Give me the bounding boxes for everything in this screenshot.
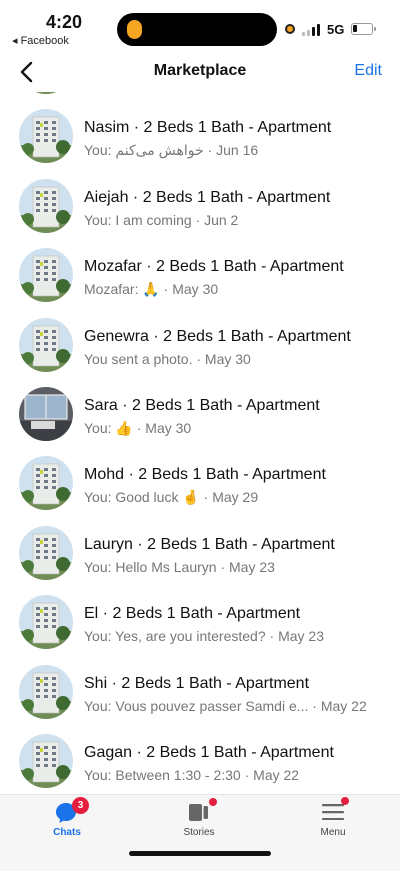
back-to-app-link[interactable]: ◂ Facebook — [12, 34, 69, 47]
tab-menu[interactable]: Menu — [283, 795, 383, 851]
tab-stories-label: Stories — [183, 827, 215, 838]
edit-button[interactable]: Edit — [354, 62, 382, 80]
listing-building-photo — [19, 456, 73, 511]
listing-building-photo — [19, 733, 73, 788]
tab-stories[interactable]: Stories — [149, 795, 249, 851]
conversation-preview: You: Good luck 🤞 · May 29 — [84, 489, 259, 506]
conversation-title: Aiejah · 2 Beds 1 Bath - Apartment — [84, 188, 331, 206]
listing-building-photo — [19, 109, 73, 164]
battery-icon — [351, 23, 376, 35]
signal-icon — [302, 24, 322, 36]
dynamic-island — [117, 13, 277, 46]
home-indicator — [129, 851, 271, 856]
conversation-title: Gagan · 2 Beds 1 Bath - Apartment — [84, 743, 334, 761]
conversation-title: Sara · 2 Beds 1 Bath - Apartment — [84, 396, 320, 414]
status-time: 4:20 — [46, 12, 83, 32]
listing-building-photo — [19, 317, 73, 372]
conversation-row[interactable]: El · 2 Beds 1 Bath - Apartment You: Yes, … — [0, 587, 400, 656]
conversation-preview: You: Yes, are you interested? · May 23 — [84, 628, 324, 645]
stories-notification-dot — [209, 798, 217, 806]
network-type: 5G — [327, 22, 345, 37]
conversation-title: Lauryn · 2 Beds 1 Bath - Apartment — [84, 535, 335, 553]
hamburger-menu-icon — [322, 804, 344, 820]
conversation-preview: You: Between 1:30 - 2:30 · May 22 — [84, 766, 300, 783]
conversation-row[interactable]: Aiejah · 2 Beds 1 Bath - Apartment You: I… — [0, 171, 400, 240]
conversation-preview: You: Vous pouvez passer Samdi e... · May… — [84, 697, 367, 714]
conversation-row[interactable]: You sent 6 photos. · Jun 17 — [0, 92, 400, 101]
conversation-preview: You: خواهش می‌کنم · Jun 16 — [84, 142, 259, 159]
conversation-title: Nasim · 2 Beds 1 Bath - Apartment — [84, 119, 332, 137]
stories-icon — [189, 804, 208, 821]
listing-building-photo — [19, 525, 73, 580]
conversation-row[interactable]: Nasim · 2 Beds 1 Bath - Apartment You: خو… — [0, 101, 400, 170]
microphone-icon — [127, 20, 142, 39]
listing-building-photo — [19, 595, 73, 650]
header: Marketplace Edit — [0, 52, 400, 92]
bottom-nav: 3 Chats Stories Menu — [0, 794, 400, 871]
conversation-row[interactable]: Mozafar · 2 Beds 1 Bath - Apartment Mozaf… — [0, 240, 400, 309]
conversation-row[interactable]: Gagan · 2 Beds 1 Bath - Apartment You: Be… — [0, 726, 400, 794]
conversation-preview: You: I am coming · Jun 2 — [84, 211, 239, 228]
chats-badge: 3 — [72, 797, 89, 814]
conversation-title: Mohd · 2 Beds 1 Bath - Apartment — [84, 466, 326, 484]
conversation-row[interactable]: Genewra · 2 Beds 1 Bath - Apartment You s… — [0, 310, 400, 379]
listing-building-photo — [19, 178, 73, 233]
page-title: Marketplace — [153, 62, 247, 79]
conversation-list[interactable]: You sent 6 photos. · Jun 17Nasim · 2 Bed… — [0, 92, 400, 794]
conversation-row[interactable]: Sara · 2 Beds 1 Bath - Apartment You: 👍 ·… — [0, 379, 400, 448]
conversation-title: Shi · 2 Beds 1 Bath - Apartment — [84, 674, 310, 692]
status-bar: 4:20 ◂ Facebook 5G — [0, 0, 400, 52]
listing-building-photo — [19, 664, 73, 719]
conversation-row[interactable]: Mohd · 2 Beds 1 Bath - Apartment You: Goo… — [0, 448, 400, 517]
conversation-preview: You: 👍 · May 30 — [84, 419, 192, 436]
listing-room-photo — [19, 386, 73, 441]
conversation-preview: You sent a photo. · May 30 — [84, 350, 251, 367]
tab-chats-label: Chats — [53, 827, 81, 838]
conversation-preview: Mozafar: 🙏 · May 30 — [84, 281, 219, 298]
conversation-title: Mozafar · 2 Beds 1 Bath - Apartment — [84, 258, 344, 276]
camera-indicator-icon — [285, 24, 295, 34]
listing-building-photo — [19, 92, 73, 94]
conversation-title: Genewra · 2 Beds 1 Bath - Apartment — [84, 327, 351, 345]
tab-menu-label: Menu — [320, 827, 346, 838]
conversation-preview: You: Hello Ms Lauryn · May 23 — [84, 558, 275, 575]
tab-chats[interactable]: 3 Chats — [17, 795, 117, 851]
listing-building-photo — [19, 248, 73, 303]
conversation-row[interactable]: Lauryn · 2 Beds 1 Bath - Apartment You: H… — [0, 518, 400, 587]
conversation-row[interactable]: Shi · 2 Beds 1 Bath - Apartment You: Vous… — [0, 657, 400, 726]
conversation-title: El · 2 Beds 1 Bath - Apartment — [84, 605, 301, 623]
menu-notification-dot — [341, 797, 349, 805]
